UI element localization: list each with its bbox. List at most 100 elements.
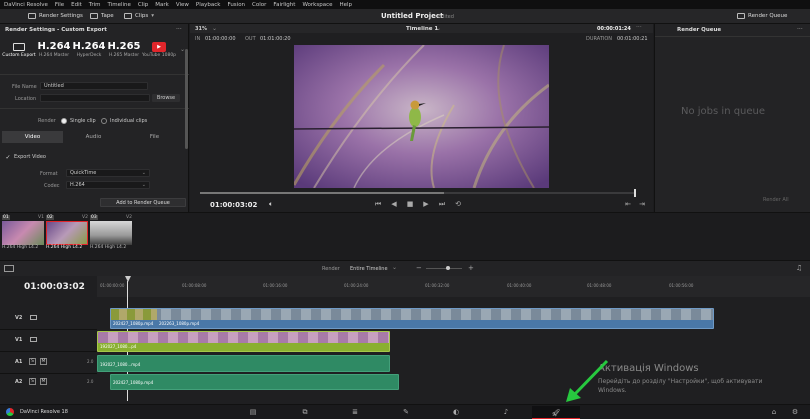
- clip-thumb-2[interactable]: 02 V2 H.264 High L4.2: [46, 215, 88, 250]
- clip-thumb-1[interactable]: 01 V1 H.264 High L4.2: [2, 215, 44, 250]
- track-monitor-icon[interactable]: [30, 337, 37, 342]
- v1-clip[interactable]: 192027_1080...p4: [97, 331, 390, 352]
- channel-count: 2.0: [87, 359, 94, 364]
- format-select[interactable]: QuickTime ⌄: [66, 169, 150, 177]
- chevron-down-icon: ⌄: [141, 182, 146, 188]
- render-all-button[interactable]: Render All: [763, 197, 789, 203]
- preset-youtube[interactable]: ▶ YouTube 1080p: [142, 41, 176, 58]
- out-point-icon[interactable]: ⇥: [635, 199, 649, 209]
- menu-fairlight[interactable]: Fairlight: [273, 2, 295, 8]
- browse-button[interactable]: Browse: [152, 94, 180, 102]
- menu-clip[interactable]: Clip: [138, 2, 148, 8]
- menu-mark[interactable]: Mark: [155, 2, 169, 8]
- menu-timeline[interactable]: Timeline: [108, 2, 131, 8]
- chevron-down-icon[interactable]: ⌄: [436, 25, 441, 32]
- menu-fusion[interactable]: Fusion: [227, 2, 245, 8]
- location-field[interactable]: [40, 94, 150, 102]
- top-timecode: 00:00:01:24: [597, 26, 631, 32]
- playhead[interactable]: [634, 189, 637, 197]
- zoom-out-icon[interactable]: −: [416, 264, 422, 272]
- scrubber-track[interactable]: [200, 192, 636, 194]
- cut-page-icon[interactable]: ⧉: [298, 407, 312, 417]
- preset-hyperdeck[interactable]: H.264 HyperDeck: [72, 41, 106, 58]
- format-label: Format: [40, 171, 58, 177]
- menu-workspace[interactable]: Workspace: [302, 2, 332, 8]
- a2-clip[interactable]: 202427_1080p.mp4: [110, 374, 399, 390]
- tab-video[interactable]: Video: [2, 131, 63, 143]
- menu-app[interactable]: DaVinci Resolve: [4, 2, 48, 8]
- solo-button[interactable]: S: [29, 358, 36, 365]
- mute-button[interactable]: M: [40, 378, 47, 385]
- color-page-icon[interactable]: ◐: [449, 407, 463, 417]
- chevron-down-icon[interactable]: ⌄: [392, 264, 397, 271]
- more-icon[interactable]: ···: [797, 26, 803, 33]
- clips-icon: [124, 13, 132, 19]
- loop-icon[interactable]: ⟲: [451, 199, 465, 209]
- preset-h264-master[interactable]: H.264 H.264 Master: [37, 41, 71, 58]
- timeline-view-icon[interactable]: [4, 265, 14, 272]
- mute-button[interactable]: M: [40, 358, 47, 365]
- zoom-slider[interactable]: [426, 268, 462, 269]
- menu-help[interactable]: Help: [340, 2, 353, 8]
- a1-clip[interactable]: 192027_1080...mp4: [97, 355, 390, 372]
- audio-meter-icon[interactable]: ♫: [796, 264, 802, 272]
- chevron-down-icon[interactable]: ⌄: [212, 25, 217, 32]
- individual-clips-radio[interactable]: [101, 118, 107, 124]
- clip-thumb-3[interactable]: 03 V2 H.264 High L4.2: [90, 215, 132, 250]
- home-icon[interactable]: ⌂: [767, 407, 781, 417]
- track-header-v1: V1: [0, 330, 97, 352]
- zoom-slider-handle[interactable]: [446, 266, 450, 270]
- go-to-start-icon[interactable]: ⏮︎: [371, 199, 385, 209]
- zoom-in-icon[interactable]: +: [468, 264, 474, 272]
- edit-page-icon[interactable]: ≣: [348, 407, 362, 417]
- render-range-select[interactable]: Entire Timeline: [350, 266, 388, 272]
- v2-clip[interactable]: 202427_1080p.mp4 202263_1080p.mp4: [110, 308, 714, 329]
- go-to-end-icon[interactable]: ⏭︎: [435, 199, 449, 209]
- render-queue-button[interactable]: Render Queue: [737, 13, 787, 19]
- add-to-render-queue-button[interactable]: Add to Render Queue: [100, 198, 186, 207]
- clip-thumbnail-flowers: [2, 221, 44, 245]
- ruler-tick: 01:00:40:00: [507, 283, 532, 288]
- fairlight-page-icon[interactable]: ♪: [499, 407, 513, 417]
- codec-select[interactable]: H.264 ⌄: [66, 181, 150, 189]
- play-reverse-icon[interactable]: ◀: [387, 199, 401, 209]
- speaker-icon[interactable]: 🔈︎: [269, 200, 273, 209]
- preset-h265-master[interactable]: H.265 H.265 Master: [107, 41, 141, 58]
- tape-button[interactable]: Tape: [90, 13, 114, 19]
- scrollbar[interactable]: [185, 49, 188, 149]
- in-point-icon[interactable]: ⇤: [621, 199, 635, 209]
- zoom-level[interactable]: 31%: [195, 26, 207, 32]
- video-frame[interactable]: [294, 45, 549, 188]
- export-video-checkbox[interactable]: ✓: [5, 154, 11, 161]
- menu-view[interactable]: View: [176, 2, 189, 8]
- track-header-v2: V2: [0, 308, 97, 330]
- render-settings-button[interactable]: Render Settings: [28, 13, 83, 19]
- settings-gear-icon[interactable]: ⚙: [788, 407, 802, 417]
- more-icon[interactable]: ···: [176, 26, 182, 33]
- menu-playback[interactable]: Playback: [196, 2, 221, 8]
- menu-trim[interactable]: Trim: [89, 2, 101, 8]
- fusion-page-icon[interactable]: ✎: [399, 407, 413, 417]
- tab-file[interactable]: File: [124, 131, 185, 143]
- more-icon[interactable]: ···: [636, 24, 642, 31]
- ruler-tick: 01:00:16:00: [263, 283, 288, 288]
- timeline-name[interactable]: Timeline 1: [406, 26, 438, 32]
- in-label: IN: [195, 36, 201, 42]
- file-name-field[interactable]: Untitled: [40, 82, 148, 90]
- menu-edit[interactable]: Edit: [71, 2, 82, 8]
- stop-icon[interactable]: ■: [403, 199, 417, 209]
- single-clip-radio[interactable]: [61, 118, 67, 124]
- davinci-logo: [6, 408, 14, 416]
- play-icon[interactable]: ▶: [419, 199, 433, 209]
- media-page-icon[interactable]: ▤: [246, 407, 260, 417]
- preset-custom-export[interactable]: Custom Export: [2, 41, 36, 58]
- track-monitor-icon[interactable]: [30, 315, 37, 320]
- menu-file[interactable]: File: [55, 2, 64, 8]
- ruler-tick: 01:00:56:00: [669, 283, 694, 288]
- menu-color[interactable]: Color: [252, 2, 266, 8]
- tape-label: Tape: [101, 13, 114, 19]
- tab-audio[interactable]: Audio: [63, 131, 124, 143]
- clips-button[interactable]: Clips ▾: [124, 13, 154, 19]
- timeline-ruler[interactable]: 01:00:00:00 01:00:08:00 01:00:16:00 01:0…: [97, 276, 810, 297]
- solo-button[interactable]: S: [29, 378, 36, 385]
